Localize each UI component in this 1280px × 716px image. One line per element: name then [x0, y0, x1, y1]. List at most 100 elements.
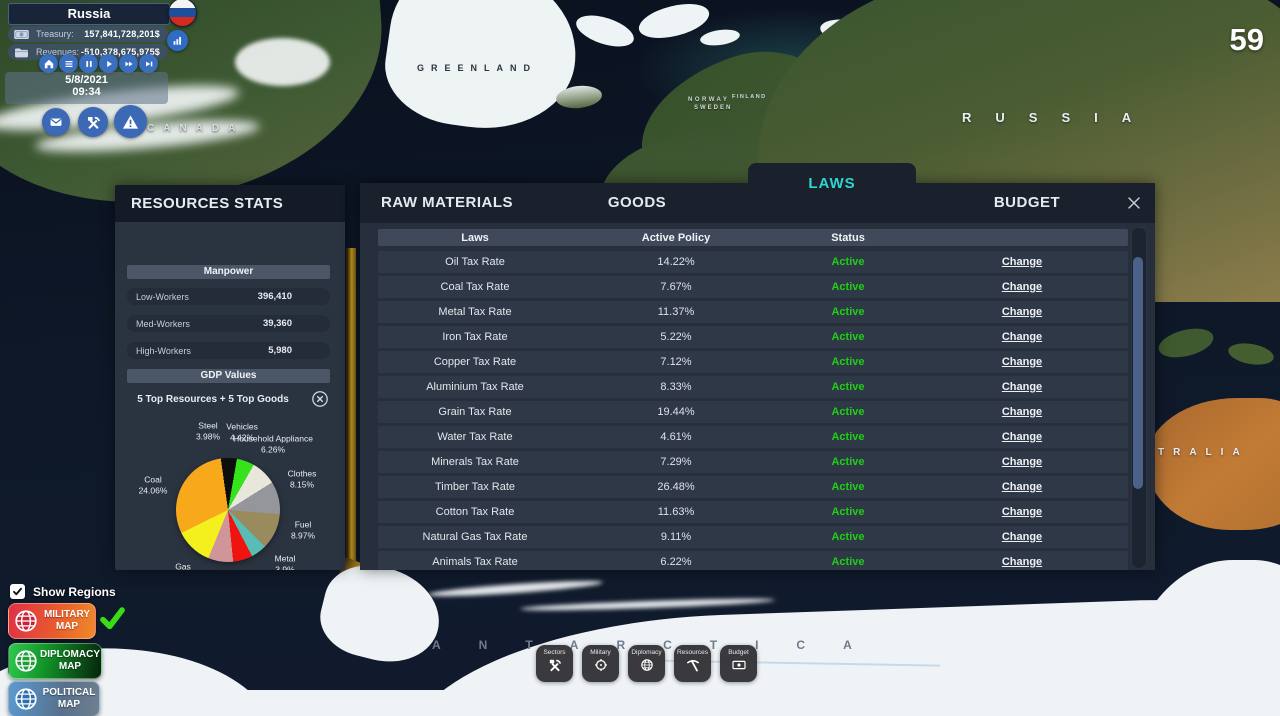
change-link[interactable]: Change	[916, 406, 1128, 418]
status-cell: Active	[780, 256, 916, 268]
active-policy-cell: 9.11%	[572, 531, 780, 543]
column-header-active-policy: Active Policy	[572, 232, 780, 244]
messages-button[interactable]	[42, 108, 70, 136]
fast-forward-icon	[123, 58, 135, 70]
gdp-pie-chart-area: Steel3.98%Vehicles4.42%Household Applian…	[115, 412, 345, 570]
status-cell: Active	[780, 331, 916, 343]
table-row: Natural Gas Tax Rate9.11%ActiveChange	[378, 526, 1128, 548]
skip-to-end-icon	[143, 58, 155, 70]
tab-goods[interactable]: GOODS	[608, 183, 666, 223]
change-link[interactable]: Change	[916, 431, 1128, 443]
map-label-finland: FINLAND	[732, 94, 767, 100]
change-link[interactable]: Change	[916, 356, 1128, 368]
law-name-cell: Iron Tax Rate	[378, 331, 572, 343]
close-panel-button[interactable]	[1125, 194, 1143, 212]
military-map-button[interactable]: MILITARY MAP	[8, 603, 96, 639]
law-name-cell: Aluminium Tax Rate	[378, 381, 572, 393]
arctic-island	[572, 9, 637, 52]
diplomacy-button[interactable]: Diplomacy	[628, 645, 665, 682]
treasury-label: Treasury:	[36, 29, 74, 39]
green-checkmark-icon	[99, 605, 126, 632]
pie-slice-label: Household Appliance6.26%	[233, 433, 313, 454]
active-policy-cell: 4.61%	[572, 431, 780, 443]
skip-to-end-button[interactable]	[139, 54, 158, 73]
alerts-button[interactable]	[114, 105, 147, 138]
change-link[interactable]: Change	[916, 381, 1128, 393]
change-link[interactable]: Change	[916, 481, 1128, 493]
active-policy-cell: 19.44%	[572, 406, 780, 418]
status-cell: Active	[780, 356, 916, 368]
mail-icon	[48, 115, 64, 129]
column-header-laws: Laws	[378, 232, 572, 244]
scrollbar-thumb[interactable]	[1133, 257, 1143, 489]
diplomacy-map-button[interactable]: DIPLOMACY MAP	[8, 643, 102, 679]
tab-budget[interactable]: BUDGET	[994, 183, 1060, 223]
law-name-cell: Timber Tax Rate	[378, 481, 572, 493]
banknote-icon	[13, 28, 30, 41]
active-policy-cell: 26.48%	[572, 481, 780, 493]
menu-button[interactable]	[59, 54, 78, 73]
military-globe-icon	[13, 608, 39, 634]
change-link[interactable]: Change	[916, 281, 1128, 293]
gdp-chart-close-button[interactable]	[311, 390, 329, 408]
change-link[interactable]: Change	[916, 456, 1128, 468]
active-policy-cell: 7.67%	[572, 281, 780, 293]
military-map-selected-check	[99, 605, 126, 637]
status-cell: Active	[780, 431, 916, 443]
military-map-label: MILITARY MAP	[39, 609, 95, 634]
law-name-cell: Metal Tax Rate	[378, 306, 572, 318]
resources-stats-panel: RESOURCES STATS Manpower Low-Workers 396…	[115, 185, 345, 570]
treasury-value: 157,841,728,201$	[84, 29, 160, 39]
table-row: Metal Tax Rate11.37%ActiveChange	[378, 301, 1128, 323]
active-policy-cell: 8.33%	[572, 381, 780, 393]
worker-label: Med-Workers	[136, 319, 190, 329]
show-regions-checkbox[interactable]	[10, 584, 25, 599]
play-button[interactable]	[99, 54, 118, 73]
change-link[interactable]: Change	[916, 556, 1128, 568]
laws-table-body: Oil Tax Rate14.22%ActiveChangeCoal Tax R…	[378, 251, 1128, 570]
change-link[interactable]: Change	[916, 256, 1128, 268]
pie-slice-label: Aluminium4.86%	[240, 569, 280, 570]
sectors-button[interactable]: Sectors	[536, 645, 573, 682]
construction-button[interactable]	[78, 107, 108, 137]
fast-forward-button[interactable]	[119, 54, 138, 73]
tab-laws[interactable]: LAWS	[748, 163, 916, 209]
wallet-icon	[13, 46, 30, 59]
game-date: 5/8/2021	[5, 74, 168, 86]
change-link[interactable]: Change	[916, 331, 1128, 343]
resources-button[interactable]: Resources	[674, 645, 711, 682]
change-link[interactable]: Change	[916, 506, 1128, 518]
table-row: Aluminium Tax Rate8.33%ActiveChange	[378, 376, 1128, 398]
law-name-cell: Minerals Tax Rate	[378, 456, 572, 468]
law-name-cell: Grain Tax Rate	[378, 406, 572, 418]
pie-slice-label: Coal24.06%	[139, 474, 168, 495]
diplomacy-globe-icon	[13, 648, 39, 674]
active-policy-cell: 6.22%	[572, 556, 780, 568]
active-policy-cell: 7.12%	[572, 356, 780, 368]
tab-raw-materials[interactable]: RAW MATERIALS	[381, 183, 513, 223]
status-cell: Active	[780, 456, 916, 468]
change-link[interactable]: Change	[916, 531, 1128, 543]
military-button[interactable]: Military	[582, 645, 619, 682]
map-label-sweden: SWEDEN	[694, 105, 732, 111]
pause-button[interactable]	[79, 54, 98, 73]
worker-row: Med-Workers 39,360	[127, 315, 330, 332]
stats-button[interactable]	[167, 30, 188, 51]
worker-label: Low-Workers	[136, 292, 189, 302]
law-name-cell: Animals Tax Rate	[378, 556, 572, 568]
hammer-wrench-icon	[85, 114, 102, 131]
country-name-bar[interactable]: Russia	[8, 3, 170, 25]
circled-close-icon	[311, 390, 329, 408]
close-icon	[1125, 194, 1143, 212]
show-regions-control: Show Regions	[10, 584, 116, 599]
worker-label: High-Workers	[136, 346, 191, 356]
worker-value: 5,980	[268, 345, 292, 356]
home-button[interactable]	[39, 54, 58, 73]
pie-slice-label: Gas9.24%	[171, 561, 195, 570]
column-header-status: Status	[780, 232, 916, 244]
status-cell: Active	[780, 531, 916, 543]
change-link[interactable]: Change	[916, 306, 1128, 318]
budget-button[interactable]: Budget	[720, 645, 757, 682]
laws-table-header: Laws Active Policy Status	[378, 229, 1128, 246]
political-map-button[interactable]: POLITICAL MAP	[8, 681, 100, 716]
